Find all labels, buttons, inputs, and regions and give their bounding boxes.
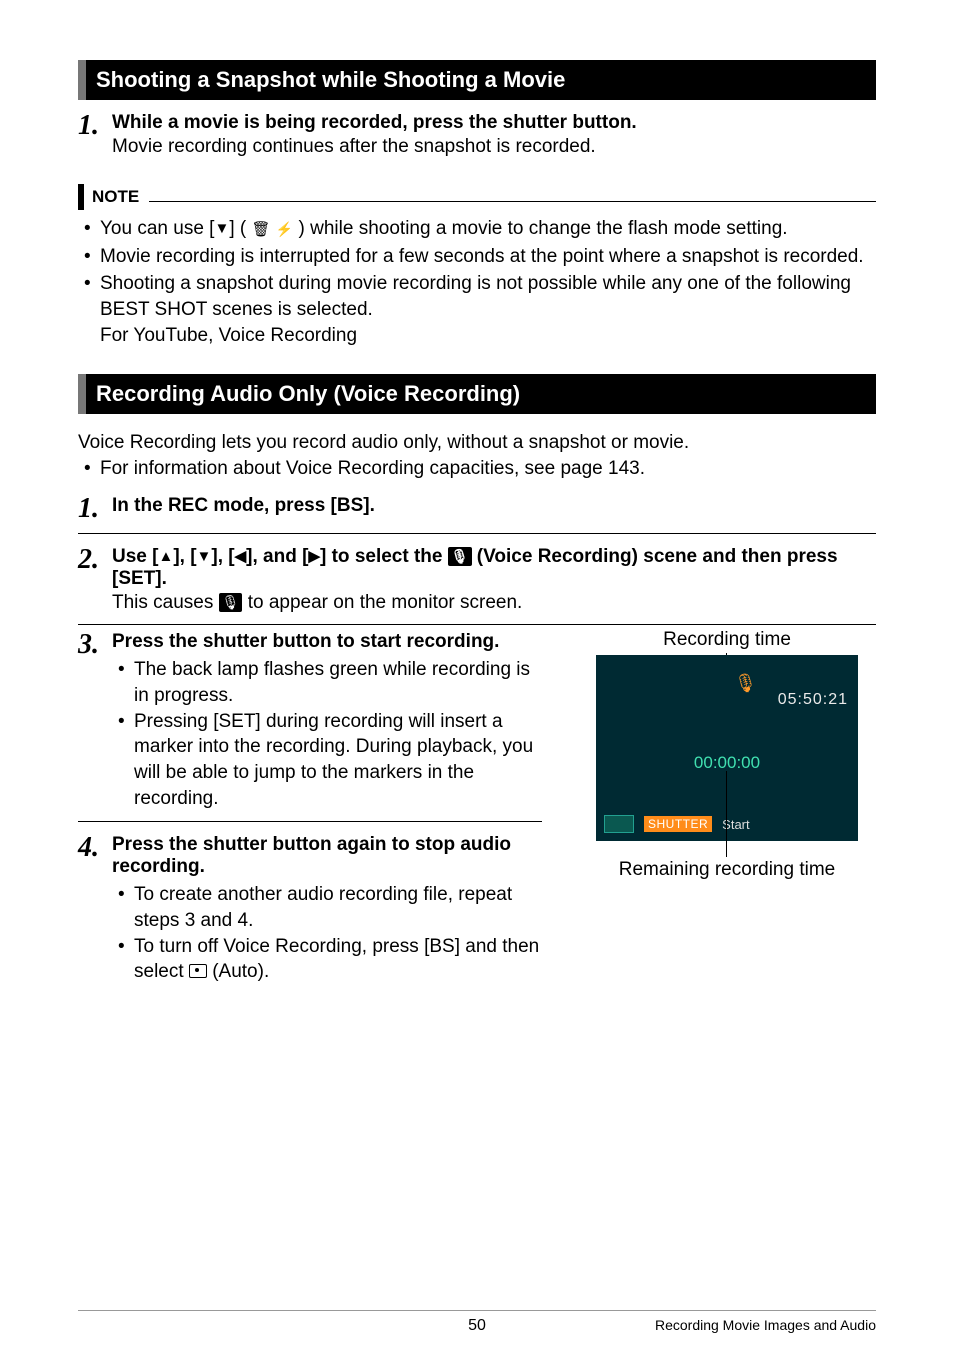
- step-1-section1: 1. While a movie is being recorded, pres…: [78, 112, 876, 158]
- mic-icon: 🎙: [734, 673, 757, 694]
- step-bullet: To create another audio recording file, …: [112, 882, 542, 933]
- voice-recording-icon: 🎙: [448, 547, 472, 566]
- voice-recording-icon: 🎙: [219, 593, 243, 612]
- note-item: Movie recording is interrupted for a few…: [78, 244, 876, 270]
- intro-paragraph: Voice Recording lets you record audio on…: [78, 430, 876, 481]
- note-item: Shooting a snapshot during movie recordi…: [78, 271, 876, 348]
- step-number: 3.: [78, 631, 112, 659]
- page-number: 50: [78, 1317, 876, 1335]
- two-column-layout: 3. Press the shutter button to start rec…: [78, 629, 876, 984]
- step-3-section2: 3. Press the shutter button to start rec…: [78, 631, 542, 811]
- trash-icon: 🗑: [251, 221, 270, 238]
- step-number: 4.: [78, 834, 112, 862]
- step-bullet: To turn off Voice Recording, press [BS] …: [112, 934, 542, 985]
- note-heading-row: NOTE: [78, 184, 876, 210]
- down-arrow-icon: ▼: [197, 548, 212, 565]
- recording-time-value: 05:50:21: [778, 691, 848, 709]
- step-1-section2: 1. In the REC mode, press [BS].: [78, 495, 876, 523]
- right-arrow-icon: ▶: [308, 547, 320, 565]
- intro-bullet: For information about Voice Recording ca…: [78, 456, 876, 482]
- step-2-section2: 2. Use [▲], [▼], [◀], and [▶] to select …: [78, 546, 876, 614]
- recording-time-label: Recording time: [578, 629, 876, 651]
- step-4-section2: 4. Press the shutter button again to sto…: [78, 834, 542, 985]
- step-title: In the REC mode, press [BS].: [112, 495, 876, 517]
- auto-mode-icon: [189, 964, 207, 978]
- down-arrow-icon: ▼: [214, 219, 229, 239]
- step-title: Use [▲], [▼], [◀], and [▶] to select the…: [112, 546, 876, 590]
- page-footer: 50 Recording Movie Images and Audio: [78, 1310, 876, 1333]
- note-label: NOTE: [92, 187, 139, 207]
- camera-mode-icon: [604, 815, 634, 833]
- shutter-tag: SHUTTER: [644, 816, 712, 832]
- camera-screen: 🎙 05:50:21 00:00:00 SHUTTER Start: [596, 655, 858, 841]
- flash-icon: ⚡: [276, 221, 293, 237]
- elapsed-counter: 00:00:00: [596, 753, 858, 773]
- separator: [78, 533, 876, 534]
- step-text: This causes 🎙 to appear on the monitor s…: [112, 592, 876, 614]
- step-title: While a movie is being recorded, press t…: [112, 112, 876, 134]
- left-arrow-icon: ◀: [235, 547, 247, 565]
- remaining-time-label: Remaining recording time: [578, 859, 876, 881]
- note-item: You can use [▼] ( 🗑 ⚡ ) while shooting a…: [78, 216, 876, 242]
- note-bar-icon: [78, 184, 84, 210]
- section-header-voice-recording: Recording Audio Only (Voice Recording): [78, 374, 876, 414]
- step-text: Movie recording continues after the snap…: [112, 136, 876, 158]
- step-title: Press the shutter button to start record…: [112, 631, 542, 653]
- page: Shooting a Snapshot while Shooting a Mov…: [0, 0, 954, 1357]
- step-title: Press the shutter button again to stop a…: [112, 834, 542, 878]
- note-line: [149, 201, 876, 202]
- up-arrow-icon: ▲: [158, 548, 173, 565]
- step-number: 2.: [78, 546, 112, 574]
- pointer-line: [726, 771, 727, 857]
- camera-preview-column: Recording time 🎙 05:50:21 00:00:00 SHUTT…: [578, 629, 876, 984]
- step-number: 1.: [78, 112, 112, 140]
- step-number: 1.: [78, 495, 112, 523]
- step-bullet: Pressing [SET] during recording will ins…: [112, 709, 542, 812]
- step-bullet: The back lamp flashes green while record…: [112, 657, 542, 708]
- section-header-shooting-snapshot: Shooting a Snapshot while Shooting a Mov…: [78, 60, 876, 100]
- separator: [78, 821, 542, 822]
- separator: [78, 624, 876, 625]
- note-list: You can use [▼] ( 🗑 ⚡ ) while shooting a…: [78, 216, 876, 348]
